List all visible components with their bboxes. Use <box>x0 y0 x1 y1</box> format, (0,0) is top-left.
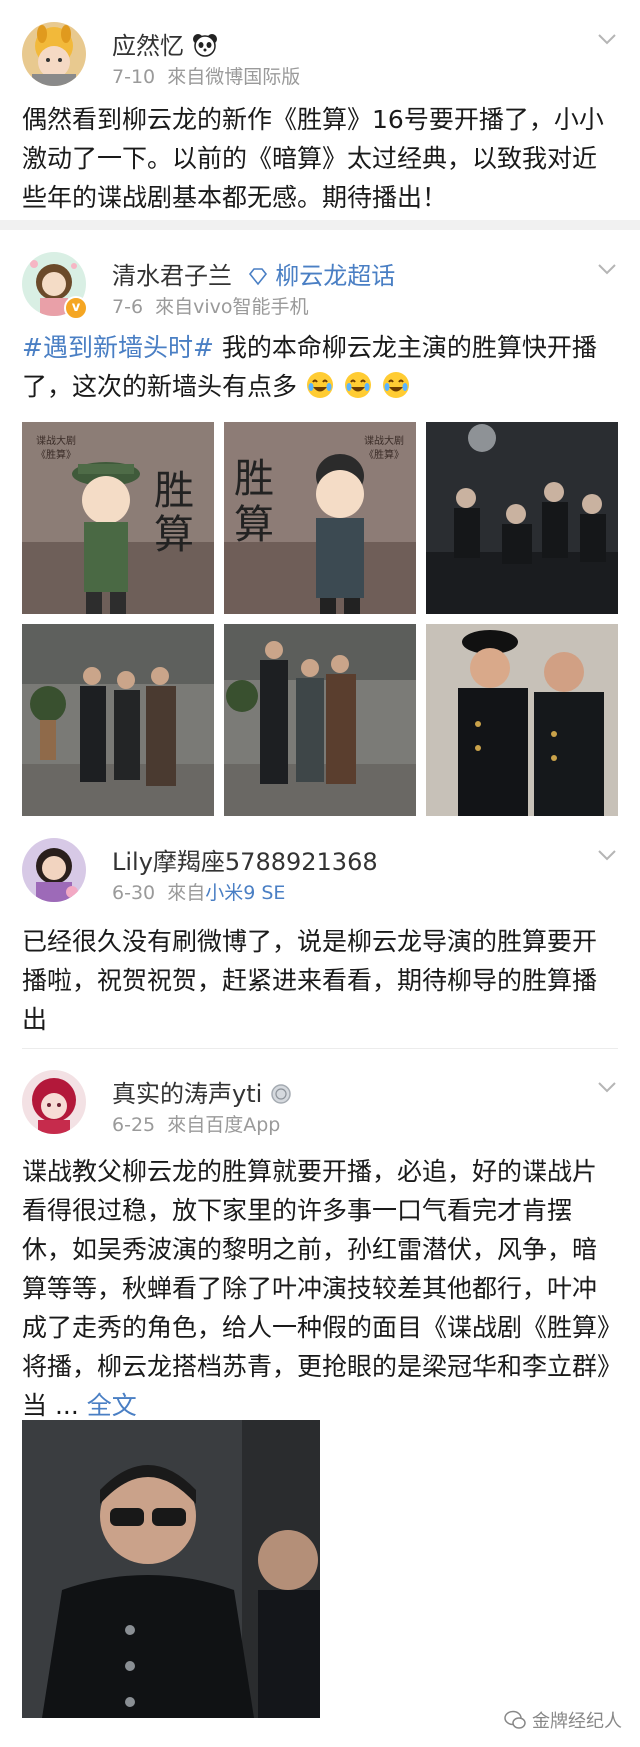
super-topic-link[interactable]: 柳云龙超话 <box>275 262 395 290</box>
photo-poster-2[interactable]: 胜 算 谍战大剧 《胜算》 <box>224 422 416 614</box>
post-meta: 6-25 來自百度App <box>112 1114 281 1136</box>
user-name[interactable]: 应然忆 <box>112 26 218 63</box>
medal-icon <box>270 1083 292 1111</box>
chevron-down-icon[interactable] <box>596 1076 618 1098</box>
photo-still-1[interactable] <box>426 422 618 614</box>
source-link[interactable]: 小米9 SE <box>205 882 285 904</box>
laugh-emoji-icon <box>305 370 335 400</box>
poster-caption: 谍战大剧 <box>36 434 76 447</box>
poster-caption: 谍战大剧 <box>364 434 404 447</box>
wechat-icon <box>504 1710 527 1735</box>
read-more-link[interactable]: 全文 <box>87 1391 137 1420</box>
panda-icon <box>192 33 218 63</box>
post-text: #遇到新墙头时# 我的本命柳云龙主演的胜算快开播了，这次的新墙头有点多 <box>22 333 597 401</box>
laugh-emoji-icon <box>381 370 411 400</box>
post-text: 谍战教父柳云龙的胜算就要开播，必追，好的谍战片看得很过稳，放下家里的许多事一口气… <box>22 1157 610 1420</box>
avatar[interactable] <box>22 22 86 86</box>
poster-title-1: 胜 <box>154 468 194 514</box>
user-name[interactable]: 真实的涛声yti <box>112 1074 292 1111</box>
photo-poster-1[interactable]: 谍战大剧 《胜算》 胜 算 <box>22 422 214 614</box>
poster-title-1: 胜 <box>234 456 274 502</box>
user-name[interactable]: 清水君子兰 柳云龙超话 <box>112 256 395 292</box>
post-meta: 6-30 來自小米9 SE <box>112 882 286 904</box>
photo-still-5[interactable] <box>22 1420 320 1718</box>
post-4: 真实的涛声yti 6-25 來自百度App 谍战教父柳云龙的胜算就要开播，必追，… <box>0 1050 640 1747</box>
post-meta: 7-10 來自微博国际版 <box>112 66 301 88</box>
user-name[interactable]: Lily摩羯座5788921368 <box>112 842 378 877</box>
photo-still-2[interactable] <box>22 624 214 816</box>
watermark: 金牌经纪人 <box>504 1707 622 1735</box>
post-2: v 清水君子兰 柳云龙超话 7-6 來自vivo智能手机 #遇到新墙头时# 我的… <box>0 230 640 818</box>
post-meta: 7-6 來自vivo智能手机 <box>112 296 309 318</box>
separator <box>0 220 640 230</box>
photo-still-4[interactable] <box>426 624 618 816</box>
post-3: Lily摩羯座5788921368 6-30 來自小米9 SE 已经很久没有刷微… <box>0 818 640 1050</box>
hashtag-link[interactable]: #遇到新墙头时# <box>22 333 214 362</box>
poster-title-2: 算 <box>154 512 194 558</box>
photo-still-3[interactable] <box>224 624 416 816</box>
chevron-down-icon[interactable] <box>596 28 618 50</box>
poster-subtitle: 《胜算》 <box>36 448 76 461</box>
avatar[interactable] <box>22 838 86 902</box>
diamond-icon <box>248 264 268 292</box>
post-text: 偶然看到柳云龙的新作《胜算》16号要开播了，小小激动了一下。以前的《暗算》太过经… <box>22 105 604 212</box>
poster-subtitle: 《胜算》 <box>364 448 404 461</box>
chevron-down-icon[interactable] <box>596 844 618 866</box>
laugh-emoji-icon <box>343 370 373 400</box>
avatar[interactable] <box>22 1070 86 1134</box>
post-1: 应然忆 7-10 來自微博国际版 偶然看到柳云龙的新作《胜算》16号要开播了，小… <box>0 0 640 228</box>
chevron-down-icon[interactable] <box>596 258 618 280</box>
divider <box>22 1048 618 1049</box>
poster-title-2: 算 <box>234 502 274 548</box>
verified-badge-icon: v <box>64 296 88 320</box>
post-text: 已经很久没有刷微博了，说是柳云龙导演的胜算要开播啦，祝贺祝贺，赶紧进来看看，期待… <box>22 927 598 1034</box>
